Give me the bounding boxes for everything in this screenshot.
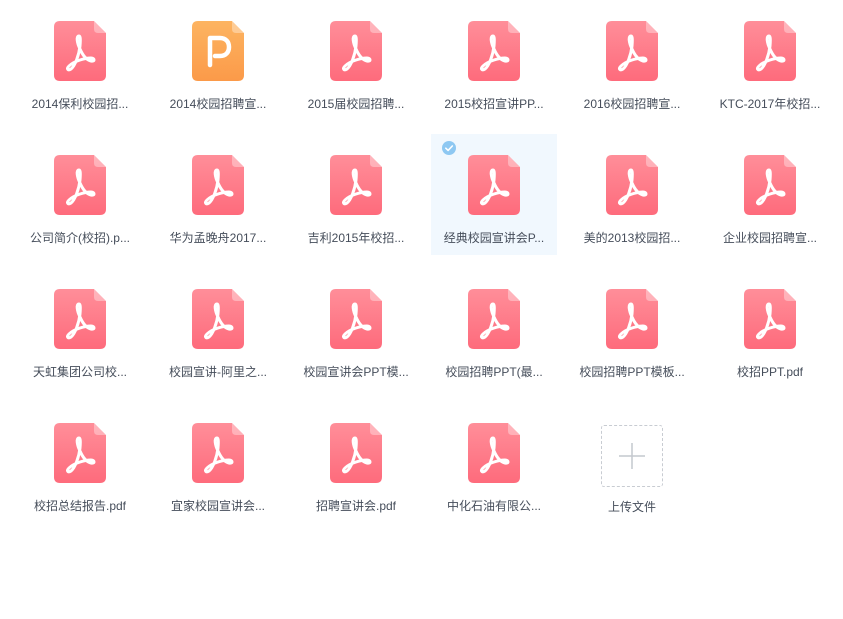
pdf-icon <box>468 21 520 81</box>
file-item[interactable]: 公司简介(校招).p... <box>17 134 143 255</box>
upload-file-label: 上传文件 <box>607 500 656 514</box>
upload-box[interactable] <box>601 425 663 487</box>
file-item[interactable]: 2015届校园招聘... <box>293 0 419 121</box>
pdf-icon <box>54 155 106 215</box>
file-item[interactable]: 2014保利校园招... <box>17 0 143 121</box>
file-name: 校招PPT.pdf <box>736 365 804 379</box>
pdf-icon <box>744 155 796 215</box>
upload-file-button[interactable]: 上传文件 <box>569 402 695 523</box>
file-item[interactable]: 宜家校园宣讲会... <box>155 402 281 523</box>
file-name: 企业校园招聘宣... <box>722 231 817 245</box>
file-name: 招聘宣讲会.pdf <box>315 499 397 513</box>
file-name: 华为孟晚舟2017... <box>169 231 267 245</box>
file-name: 校园宣讲会PPT模... <box>303 365 409 379</box>
file-name: 校园招聘PPT模板... <box>579 365 685 379</box>
file-item[interactable]: 校园招聘PPT(最... <box>431 268 557 389</box>
file-grid: 2014保利校园招... 2014校园招聘宣... 2015届校园招聘... 2… <box>11 0 839 536</box>
pdf-icon <box>606 289 658 349</box>
file-item[interactable]: 经典校园宣讲会P... <box>431 134 557 255</box>
file-name: 2016校园招聘宣... <box>583 97 681 111</box>
file-item[interactable]: 招聘宣讲会.pdf <box>293 402 419 523</box>
file-item[interactable]: 2014校园招聘宣... <box>155 0 281 121</box>
file-name: 校园宣讲-阿里之... <box>169 365 267 379</box>
file-item[interactable]: KTC-2017年校招... <box>707 0 833 121</box>
pdf-icon <box>330 423 382 483</box>
file-name: 2014保利校园招... <box>31 97 129 111</box>
file-item[interactable]: 中化石油有限公... <box>431 402 557 523</box>
file-name: 经典校园宣讲会P... <box>443 231 545 245</box>
file-name: 2015届校园招聘... <box>307 97 405 111</box>
file-item[interactable]: 校招总结报告.pdf <box>17 402 143 523</box>
file-item[interactable]: 华为孟晚舟2017... <box>155 134 281 255</box>
file-name: 校招总结报告.pdf <box>33 499 127 513</box>
file-name: KTC-2017年校招... <box>719 97 821 111</box>
file-name: 吉利2015年校招... <box>307 231 405 245</box>
pdf-icon <box>468 289 520 349</box>
file-item[interactable]: 2015校招宣讲PP... <box>431 0 557 121</box>
file-name: 中化石油有限公... <box>446 499 541 513</box>
file-name: 天虹集团公司校... <box>32 365 127 379</box>
file-name: 校园招聘PPT(最... <box>445 365 543 379</box>
pdf-icon <box>330 155 382 215</box>
pdf-icon <box>606 155 658 215</box>
file-item[interactable]: 2016校园招聘宣... <box>569 0 695 121</box>
pdf-icon <box>744 21 796 81</box>
pdf-icon <box>192 289 244 349</box>
file-name: 2015校招宣讲PP... <box>444 97 544 111</box>
file-item[interactable]: 校园招聘PPT模板... <box>569 268 695 389</box>
file-name: 2014校园招聘宣... <box>169 97 267 111</box>
file-item[interactable]: 吉利2015年校招... <box>293 134 419 255</box>
file-item[interactable]: 校园宣讲会PPT模... <box>293 268 419 389</box>
ppt-icon <box>192 21 244 81</box>
pdf-icon <box>54 289 106 349</box>
file-item[interactable]: 校招PPT.pdf <box>707 268 833 389</box>
file-name: 公司简介(校招).p... <box>29 231 130 245</box>
file-item[interactable]: 天虹集团公司校... <box>17 268 143 389</box>
pdf-icon <box>54 21 106 81</box>
pdf-icon <box>468 423 520 483</box>
file-item[interactable]: 校园宣讲-阿里之... <box>155 268 281 389</box>
file-item[interactable]: 美的2013校园招... <box>569 134 695 255</box>
pdf-icon <box>330 21 382 81</box>
pdf-icon <box>744 289 796 349</box>
file-name: 宜家校园宣讲会... <box>170 499 265 513</box>
check-icon[interactable] <box>442 141 456 155</box>
file-name: 美的2013校园招... <box>583 231 681 245</box>
pdf-icon <box>606 21 658 81</box>
pdf-icon <box>330 289 382 349</box>
pdf-icon <box>468 155 520 215</box>
pdf-icon <box>192 423 244 483</box>
pdf-icon <box>192 155 244 215</box>
plus-icon <box>619 443 645 469</box>
file-item[interactable]: 企业校园招聘宣... <box>707 134 833 255</box>
pdf-icon <box>54 423 106 483</box>
